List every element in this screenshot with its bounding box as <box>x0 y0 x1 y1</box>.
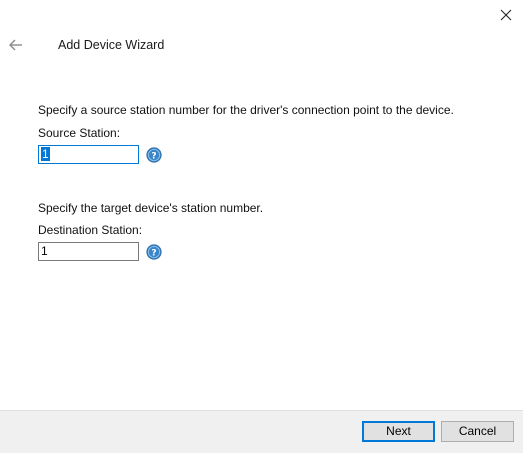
destination-help-button[interactable]: ? <box>146 244 162 260</box>
help-icon: ? <box>146 244 162 260</box>
wizard-title: Add Device Wizard <box>58 38 165 52</box>
svg-text:?: ? <box>151 152 156 162</box>
source-station-label: Source Station: <box>38 126 121 140</box>
source-help-button[interactable]: ? <box>146 147 162 163</box>
close-button[interactable] <box>496 5 516 25</box>
close-icon <box>500 9 512 21</box>
help-icon: ? <box>146 147 162 163</box>
source-description: Specify a source station number for the … <box>38 103 454 117</box>
back-arrow-icon <box>9 39 22 51</box>
destination-description: Specify the target device's station numb… <box>38 201 264 215</box>
cancel-button[interactable]: Cancel <box>441 421 514 442</box>
source-station-value: 1 <box>41 147 50 161</box>
destination-station-label: Destination Station: <box>38 223 143 237</box>
source-station-input[interactable]: 1 <box>38 145 139 164</box>
back-button[interactable] <box>6 36 26 54</box>
svg-text:?: ? <box>151 249 156 259</box>
destination-station-input[interactable]: 1 <box>38 242 139 261</box>
next-button[interactable]: Next <box>362 421 435 442</box>
destination-station-value: 1 <box>41 244 48 258</box>
